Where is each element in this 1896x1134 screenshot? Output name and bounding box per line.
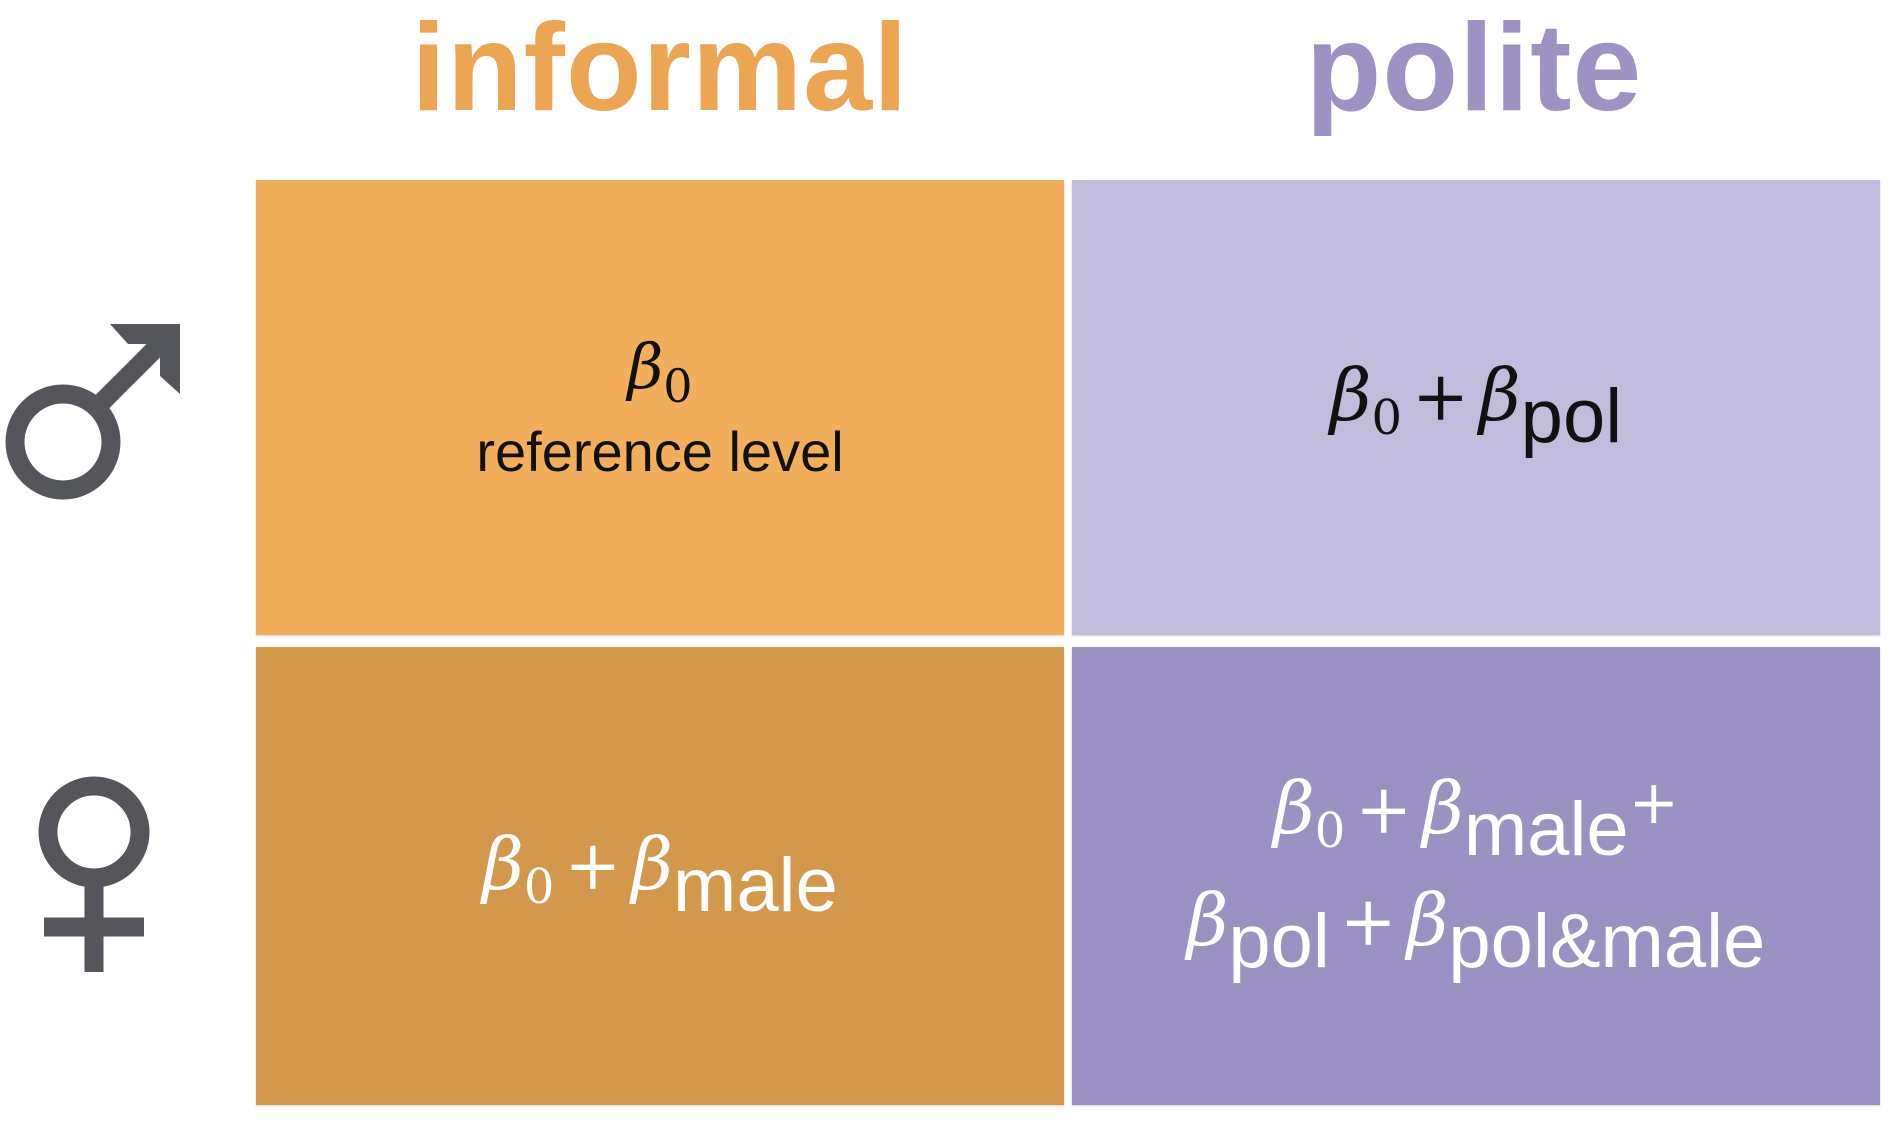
formula-polite-female-line1: β0 + βmale+ <box>1273 765 1679 873</box>
cell-informal-female: β0 + βmale <box>256 647 1064 1105</box>
cell-polite-male: β0 + βpol <box>1072 180 1880 635</box>
beta-subscript-male: male <box>1463 786 1629 872</box>
beta-symbol: β <box>1273 765 1315 850</box>
beta-symbol: β <box>1422 765 1464 850</box>
beta-symbol: β <box>1329 353 1372 438</box>
beta-symbol: β <box>482 821 524 906</box>
header-informal: informal <box>411 0 909 137</box>
female-symbol-icon <box>38 776 150 972</box>
male-symbol-icon <box>5 324 180 500</box>
beta-symbol: β <box>1406 878 1449 962</box>
beta-subscript-pol-male: pol&male <box>1448 899 1766 984</box>
formula-informal-female: β0 + βmale <box>482 821 838 929</box>
plus-sign: + <box>1339 883 1397 962</box>
beta-subscript-pol: pol <box>1228 899 1330 984</box>
beta-subscript-male: male <box>673 842 838 928</box>
beta-subscript-pol: pol <box>1520 374 1623 460</box>
beta-symbol: β <box>631 821 674 906</box>
cell-informal-male: β0 reference level <box>256 180 1064 635</box>
header-polite: polite <box>1305 0 1643 137</box>
reference-level-label: reference level <box>476 419 844 483</box>
formula-polite-female-line2: βpol + βpol&male <box>1187 879 1766 985</box>
plus-sign: + <box>1412 358 1470 438</box>
beta-subscript-zero: 0 <box>663 359 693 414</box>
cell-polite-female: β0 + βmale+ βpol + βpol&male <box>1072 647 1880 1105</box>
plus-sign: + <box>564 826 622 906</box>
formula-informal-male: β0 <box>627 331 692 413</box>
beta-symbol: β <box>1479 353 1521 438</box>
beta-subscript-zero: 0 <box>1371 390 1403 447</box>
beta-subscript-zero: 0 <box>1314 802 1346 859</box>
beta-symbol: β <box>1186 878 1229 962</box>
formula-polite-male: β0 + βpol <box>1330 354 1622 460</box>
beta-symbol: β <box>627 330 664 404</box>
beta-subscript-zero: 0 <box>523 858 555 915</box>
plus-sign: + <box>1355 770 1413 850</box>
plus-sign: + <box>1628 767 1679 838</box>
